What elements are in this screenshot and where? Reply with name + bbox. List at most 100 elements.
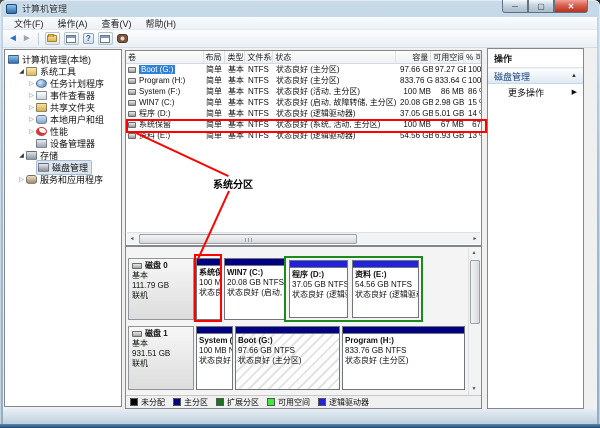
partition-system-f[interactable]: System (F:) 100 MB NTFS 状态良好 (活动, 主分区) (196, 326, 233, 390)
tree-item-shared-folders[interactable]: ▷ 共享文件夹 (5, 101, 121, 113)
collapse-icon[interactable]: ▲ (571, 73, 577, 79)
annotation-red-box-disk-partition (194, 254, 222, 322)
partition-chengxu-d[interactable]: 程序 (D:) 37.05 GB NTFS 状态良好 (逻辑驱动器) (289, 260, 348, 318)
volume-icon (128, 99, 136, 106)
local-users-groups-icon (36, 114, 47, 124)
primary-partition-strip (236, 327, 339, 334)
window-bottom-edge (0, 424, 600, 428)
volume-icon (128, 88, 136, 95)
services-applications-icon (26, 174, 37, 184)
expanded-arrow-icon[interactable]: ◢ (17, 152, 26, 159)
system-tools-icon (26, 66, 37, 76)
partition-program-h[interactable]: Program (H:) 833.76 GB NTFS 状态良好 (主分区) (342, 326, 465, 390)
logical-drive-strip (353, 261, 418, 268)
more-actions-item[interactable]: 更多操作 ▶ (488, 84, 583, 100)
col-capacity[interactable]: 容量 (396, 51, 432, 63)
tree-item-performance[interactable]: ▷ 性能 (5, 125, 121, 137)
free-space-swatch (267, 398, 275, 406)
menu-action[interactable]: 操作(A) (51, 17, 95, 30)
menu-file[interactable]: 文件(F) (7, 17, 51, 30)
forward-icon[interactable]: ► (22, 33, 32, 44)
annotation-label: 系统分区 (213, 180, 253, 191)
primary-partition-strip (343, 327, 464, 334)
show-console-tree-icon[interactable] (44, 32, 60, 45)
scroll-right-icon[interactable]: ► (470, 234, 480, 244)
collapsed-arrow-icon[interactable]: ▷ (17, 176, 26, 183)
collapsed-arrow-icon[interactable]: ▷ (27, 128, 36, 135)
window-controls: ─ ▢ ✕ (502, 0, 588, 13)
scrollbar-thumb[interactable] (139, 234, 357, 244)
table-row[interactable]: System (F:) 简单 基本 NTFS 状态良好 (活动, 主分区) 10… (126, 86, 481, 97)
computer-icon (8, 54, 19, 64)
table-row[interactable]: WIN7 (C:) 简单 基本 NTFS 状态良好 (启动, 故障转储, 主分区… (126, 97, 481, 108)
primary-partition-strip (197, 327, 232, 334)
scrollbar-thumb[interactable] (470, 260, 480, 324)
horizontal-scrollbar[interactable]: ◄ ► (127, 232, 480, 244)
event-viewer-icon (36, 90, 47, 100)
tree-item-device-manager[interactable]: 设备管理器 (5, 137, 121, 149)
actions-section-disk-management[interactable]: 磁盘管理 ▲ (488, 68, 583, 84)
disk-graphical-view: 磁盘 0 基本 111.79 GB 联机 系统保留 100 MB 状态良好 WI… (125, 246, 482, 409)
performance-icon (36, 126, 47, 136)
menu-view[interactable]: 查看(V) (95, 17, 139, 30)
disk-management-icon (38, 162, 49, 172)
col-type[interactable]: 类型 (225, 51, 246, 63)
table-row[interactable]: Boot (G:) 简单 基本 NTFS 状态良好 (主分区) 97.66 GB… (126, 64, 481, 75)
logical-drive-strip (290, 261, 347, 268)
partition-boot-g[interactable]: Boot (G:) 97.66 GB NTFS 状态良好 (主分区) (235, 326, 340, 390)
actions-title: 操作 (488, 49, 583, 68)
disk1-header[interactable]: 磁盘 1 基本 931.51 GB 联机 (128, 326, 194, 390)
toolbar-separator (37, 32, 39, 45)
disk-icon (132, 331, 142, 337)
col-volume[interactable]: 卷 (126, 51, 204, 63)
export-list-icon[interactable] (116, 34, 128, 43)
tree-item-local-users-groups[interactable]: ▷ 本地用户和组 (5, 113, 121, 125)
scroll-left-icon[interactable]: ◄ (127, 234, 137, 244)
col-status[interactable]: 状态 (273, 51, 397, 63)
partition-legend: 未分配 主分区 扩展分区 可用空间 逻辑驱动器 (126, 395, 481, 408)
tree-item-computer-management[interactable]: 计算机管理(本地) (5, 53, 121, 65)
menu-bar: 文件(F) 操作(A) 查看(V) 帮助(H) (3, 17, 597, 30)
scroll-up-icon[interactable]: ▲ (469, 248, 479, 258)
primary-partition-swatch (173, 398, 181, 406)
volume-icon (128, 110, 136, 117)
col-layout[interactable]: 布局 (204, 51, 226, 63)
partition-win7-c[interactable]: WIN7 (C:) 20.08 GB NTFS 状态良好 (启动, 故障转储, … (224, 258, 285, 320)
collapsed-arrow-icon[interactable]: ▷ (27, 80, 36, 87)
table-row[interactable]: Program (H:) 简单 基本 NTFS 状态良好 (主分区) 833.7… (126, 75, 481, 86)
scroll-down-icon[interactable]: ▼ (469, 384, 479, 394)
console-window-icon-2[interactable] (97, 32, 113, 45)
device-manager-icon (36, 138, 47, 148)
table-row[interactable]: 程序 (D:) 简单 基本 NTFS 状态良好 (逻辑驱动器) 37.05 GB… (126, 108, 481, 119)
partition-ziliao-e[interactable]: 资料 (E:) 54.56 GB NTFS 状态良好 (逻辑驱动器) (352, 260, 419, 318)
app-icon (6, 3, 17, 14)
tree-item-system-tools[interactable]: ◢ 系统工具 (5, 65, 121, 77)
collapsed-arrow-icon[interactable]: ▷ (27, 116, 36, 123)
expanded-arrow-icon[interactable]: ◢ (17, 68, 26, 75)
menu-help[interactable]: 帮助(H) (139, 17, 184, 30)
annotation-red-box-volume-row (126, 119, 487, 133)
col-pct-free[interactable]: % 可用 (464, 51, 481, 63)
col-filesystem[interactable]: 文件系统 (245, 51, 274, 63)
collapsed-arrow-icon[interactable]: ▷ (27, 92, 36, 99)
tree-item-services-applications[interactable]: ▷ 服务和应用程序 (5, 173, 121, 185)
volume-list: 卷 布局 类型 文件系统 状态 容量 可用空间 % 可用 Boot (G:) 简… (125, 50, 482, 246)
logical-drive-swatch (318, 398, 326, 406)
back-icon[interactable]: ◄ (8, 33, 18, 44)
disk0-header[interactable]: 磁盘 0 基本 111.79 GB 联机 (128, 258, 194, 320)
collapsed-arrow-icon[interactable]: ▷ (27, 104, 36, 111)
col-free[interactable]: 可用空间 (431, 51, 465, 63)
maximize-button[interactable]: ▢ (528, 0, 554, 13)
submenu-arrow-icon: ▶ (571, 89, 577, 96)
close-button[interactable]: ✕ (554, 0, 588, 13)
minimize-button[interactable]: ─ (502, 0, 528, 13)
tree-item-task-scheduler[interactable]: ▷ 任务计划程序 (5, 77, 121, 89)
vertical-scrollbar[interactable]: ▲ ▼ (468, 248, 480, 395)
disk-icon (132, 263, 142, 269)
console-window-icon[interactable] (63, 32, 79, 45)
help-icon[interactable]: ? (82, 33, 94, 44)
tree-item-event-viewer[interactable]: ▷ 事件查看器 (5, 89, 121, 101)
tree-item-disk-management[interactable]: 磁盘管理 (5, 159, 121, 175)
status-bar (3, 409, 597, 424)
volume-list-header: 卷 布局 类型 文件系统 状态 容量 可用空间 % 可用 (126, 51, 481, 64)
